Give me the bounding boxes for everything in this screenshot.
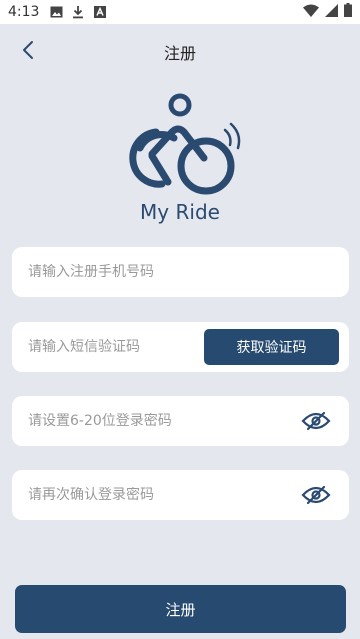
get-code-button[interactable]: 获取验证码 (204, 329, 339, 365)
password-visibility-toggle[interactable] (299, 406, 333, 436)
app-header: 注册 (0, 24, 360, 76)
phone-field[interactable] (12, 247, 349, 297)
image-icon (49, 5, 63, 19)
confirm-password-visibility-toggle[interactable] (299, 480, 333, 510)
download-icon (71, 5, 85, 19)
confirm-password-field[interactable] (12, 470, 349, 520)
password-input[interactable] (28, 413, 299, 429)
sms-code-input[interactable] (28, 339, 204, 355)
app-notification-icon (93, 5, 107, 19)
eye-off-icon (301, 485, 331, 505)
confirm-password-input[interactable] (28, 487, 299, 503)
status-time: 4:13 (8, 4, 40, 20)
wifi-icon (303, 4, 319, 21)
page-title: 注册 (163, 44, 196, 63)
brand-name: My Ride (140, 200, 220, 224)
battery-icon (344, 3, 352, 21)
cyclist-logo-icon (129, 93, 241, 195)
status-bar: 4:13 (0, 0, 360, 24)
register-button[interactable]: 注册 (15, 585, 346, 633)
sms-code-field[interactable]: 获取验证码 (12, 322, 349, 372)
signal-icon (325, 3, 338, 21)
eye-off-icon (301, 411, 331, 431)
password-field[interactable] (12, 396, 349, 446)
phone-input[interactable] (28, 264, 339, 280)
